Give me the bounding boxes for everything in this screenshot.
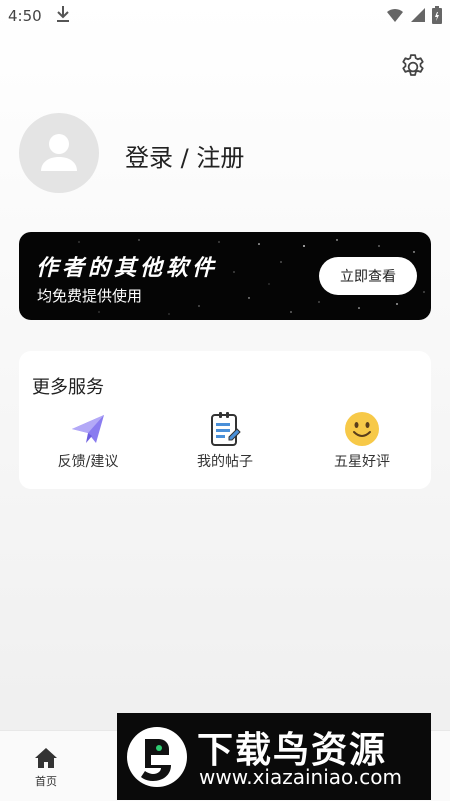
smiley-icon: [344, 411, 380, 447]
status-icons: [386, 6, 442, 28]
five-star-review-item[interactable]: 五星好评: [307, 411, 417, 477]
feedback-item[interactable]: 反馈/建议: [33, 411, 143, 477]
login-register-link[interactable]: 登录 / 注册: [125, 138, 244, 173]
my-posts-label: 我的帖子: [197, 454, 253, 470]
signal-icon: [410, 7, 426, 27]
banner-subtitle: 均免费提供使用: [37, 287, 143, 305]
five-star-review-label: 五星好评: [334, 454, 390, 470]
wifi-icon: [386, 7, 404, 27]
download-icon: [56, 5, 70, 27]
watermark-url: www.xiazainiao.com: [199, 765, 402, 789]
status-bar: 4:50: [0, 0, 450, 32]
status-time: 4:50: [8, 7, 42, 25]
nav-home-label: 首页: [35, 775, 57, 788]
view-now-button[interactable]: 立即查看: [319, 257, 417, 295]
settings-gear-icon[interactable]: [398, 52, 428, 82]
avatar[interactable]: [19, 113, 99, 193]
watermark-overlay: 下载鸟资源 www.xiazainiao.com: [117, 713, 431, 800]
user-icon: [41, 134, 77, 171]
services-title: 更多服务: [32, 377, 104, 398]
other-apps-banner[interactable]: 作者的其他软件 均免费提供使用 立即查看: [19, 232, 431, 320]
nav-home[interactable]: 首页: [18, 743, 74, 793]
bird-logo-icon: [125, 723, 189, 795]
banner-title: 作者的其他软件: [36, 256, 219, 281]
notepad-icon: [207, 411, 243, 447]
my-posts-item[interactable]: 我的帖子: [170, 411, 280, 477]
more-services-card: 更多服务 反馈/建议 我的帖子 五星好评: [19, 351, 431, 489]
battery-icon: [432, 6, 442, 28]
feedback-label: 反馈/建议: [57, 454, 119, 470]
paper-plane-icon: [70, 411, 106, 447]
home-icon: [35, 748, 57, 768]
